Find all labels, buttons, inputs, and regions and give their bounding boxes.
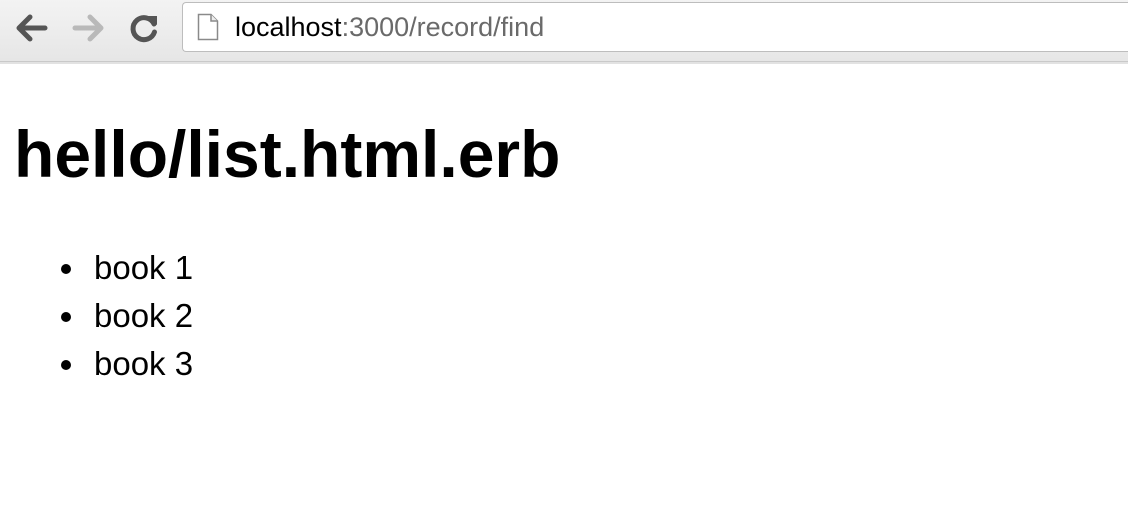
reload-button[interactable] xyxy=(126,10,162,46)
back-button[interactable] xyxy=(14,10,50,46)
reload-icon xyxy=(128,12,160,44)
list-item-label: book 3 xyxy=(94,345,194,382)
url-host: localhost xyxy=(235,11,342,42)
book-list: book 1 book 2 book 3 xyxy=(0,244,193,388)
arrow-left-icon xyxy=(15,13,49,43)
list-item: book 1 xyxy=(61,244,194,292)
list-item: book 2 xyxy=(61,292,194,340)
url-path: :3000/record/find xyxy=(341,11,545,42)
bullet-icon xyxy=(61,312,71,322)
url-text: localhost:3000/record/find xyxy=(235,12,544,43)
bullet-icon xyxy=(61,360,71,370)
list-item: book 3 xyxy=(61,340,194,388)
browser-toolbar: localhost:3000/record/find xyxy=(0,0,1128,64)
page-icon xyxy=(197,13,219,41)
bullet-icon xyxy=(61,264,71,274)
forward-button[interactable] xyxy=(70,10,106,46)
arrow-right-icon xyxy=(71,13,105,43)
page-title: hello/list.html.erb xyxy=(14,117,561,191)
list-item-label: book 2 xyxy=(94,297,194,334)
list-item-label: book 1 xyxy=(94,249,194,286)
address-bar[interactable]: localhost:3000/record/find xyxy=(182,2,1128,52)
page-content: hello/list.html.erb book 1 book 2 book 3 xyxy=(0,64,1128,520)
